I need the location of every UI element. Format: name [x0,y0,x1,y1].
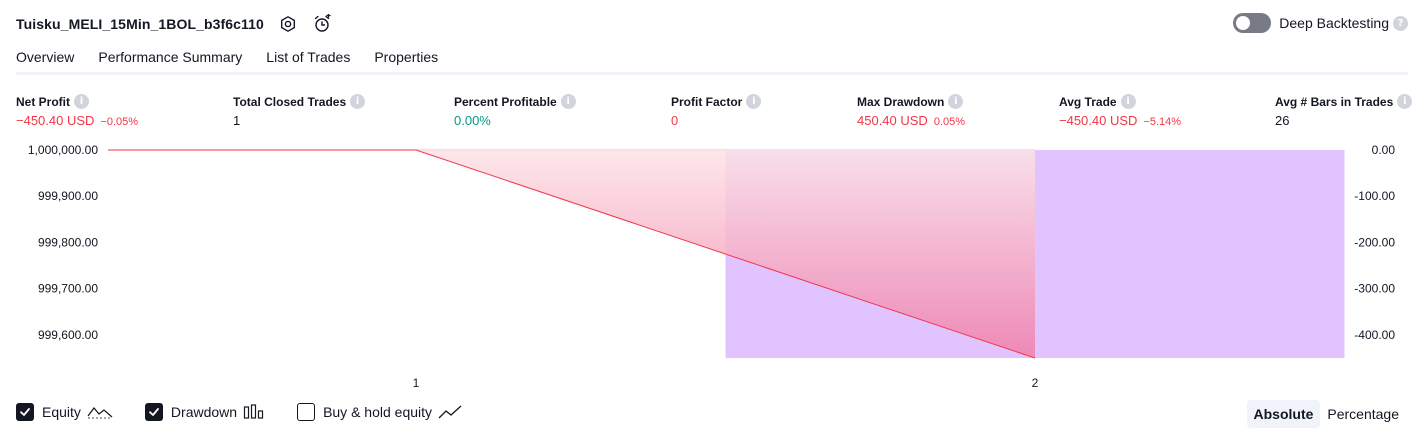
info-icon[interactable]: i [746,94,762,109]
metric-label: Avg # Bars in Trades [1275,94,1394,109]
info-icon[interactable]: i [74,94,89,109]
checkbox-buy-hold[interactable] [297,403,316,421]
metric-avg-trade: Avg Trade i −450.40 USD −5.14% [1059,94,1181,128]
strategy-header: Tuisku_MELI_15Min_1BOL_b3f6c110 [16,12,332,36]
checkbox-drawdown[interactable] [144,403,163,421]
tab-divider [16,72,1408,75]
metric-label: Profit Factor [671,94,743,109]
metric-avg-bars-in-trades: Avg # Bars in Trades i 26 [1275,94,1413,128]
metric-max-drawdown: Max Drawdown i 450.40 USD 0.05% [857,94,965,128]
absolute-button[interactable]: Absolute [1246,400,1321,428]
metric-profit-factor: Profit Factor i 0 [671,94,762,128]
settings-icon[interactable] [278,14,298,34]
buy-hold-line-icon [438,404,462,420]
legend-drawdown[interactable]: Drawdown [144,403,265,421]
x-axis-tick: 2 [1032,376,1039,390]
deep-backtesting-toggle[interactable] [1233,13,1272,33]
info-icon[interactable]: i [560,94,576,109]
tab-performance-summary[interactable]: Performance Summary [98,46,242,74]
legend-label: Buy & hold equity [323,404,433,420]
tab-bar: Overview Performance Summary List of Tra… [16,46,462,75]
tab-properties[interactable]: Properties [374,46,438,74]
legend-buy-hold[interactable]: Buy & hold equity [297,403,462,421]
right-axis-tick: -200.00 [1354,235,1395,249]
metric-label: Total Closed Trades [233,94,347,109]
info-icon[interactable]: i [1120,94,1136,109]
metric-percent: −0.05% [100,116,139,128]
percentage-button[interactable]: Percentage [1320,400,1406,428]
metric-percent-profitable: Percent Profitable i 0.00% [454,94,576,128]
metric-value: 0.00% [454,113,491,128]
strategy-title: Tuisku_MELI_15Min_1BOL_b3f6c110 [16,16,264,32]
right-axis-tick: -100.00 [1354,189,1395,203]
legend-label: Equity [42,404,81,420]
right-axis-tick: 0.00 [1372,143,1396,157]
metric-percent: 0.05% [933,116,966,128]
metric-value: −450.40 USD [1059,113,1138,128]
checkbox-equity[interactable] [16,403,34,421]
metric-value: −450.40 USD [16,113,95,128]
deep-backtesting: Deep Backtesting ? [1233,13,1408,33]
metric-label: Avg Trade [1059,94,1117,109]
left-axis-tick: 999,900.00 [38,189,98,203]
legend-label: Drawdown [170,404,238,420]
deep-backtesting-label: Deep Backtesting [1279,15,1389,31]
left-axis-tick: 999,700.00 [38,282,98,296]
metric-label: Max Drawdown [857,94,945,109]
value-mode-switch: Absolute Percentage [1246,400,1407,428]
right-axis-tick: -400.00 [1354,328,1395,342]
metric-value: 1 [233,113,241,128]
info-icon[interactable]: i [350,94,366,109]
metric-label: Percent Profitable [454,94,557,109]
metric-label: Net Profit [16,94,70,109]
tab-overview[interactable]: Overview [16,46,75,75]
equity-line-icon [87,404,113,420]
left-axis-tick: 999,600.00 [38,328,98,342]
metric-value: 0 [671,113,679,128]
chart-legend: Equity Drawdown Buy & hold equity [16,403,494,421]
left-axis-tick: 1,000,000.00 [28,143,98,157]
left-axis-tick: 999,800.00 [38,235,98,249]
metric-value: 26 [1275,113,1290,128]
tab-list-of-trades[interactable]: List of Trades [266,46,350,74]
metric-value: 450.40 USD [857,113,928,128]
alarm-add-icon[interactable] [312,14,332,34]
legend-equity[interactable]: Equity [16,403,113,421]
info-icon[interactable]: ? [1393,15,1408,31]
right-axis-tick: -300.00 [1354,282,1395,296]
equity-drawdown-chart[interactable]: 1,000,000.00 999,900.00 999,800.00 999,700.… [0,138,1424,396]
metric-percent: −5.14% [1143,116,1182,128]
metric-total-closed-trades: Total Closed Trades i 1 [233,94,366,128]
x-axis-tick: 1 [413,376,420,390]
drawdown-bars-icon [243,404,265,420]
info-icon[interactable]: i [948,94,964,109]
metric-net-profit: Net Profit i −450.40 USD −0.05% [16,94,138,128]
info-icon[interactable]: i [1397,94,1413,109]
